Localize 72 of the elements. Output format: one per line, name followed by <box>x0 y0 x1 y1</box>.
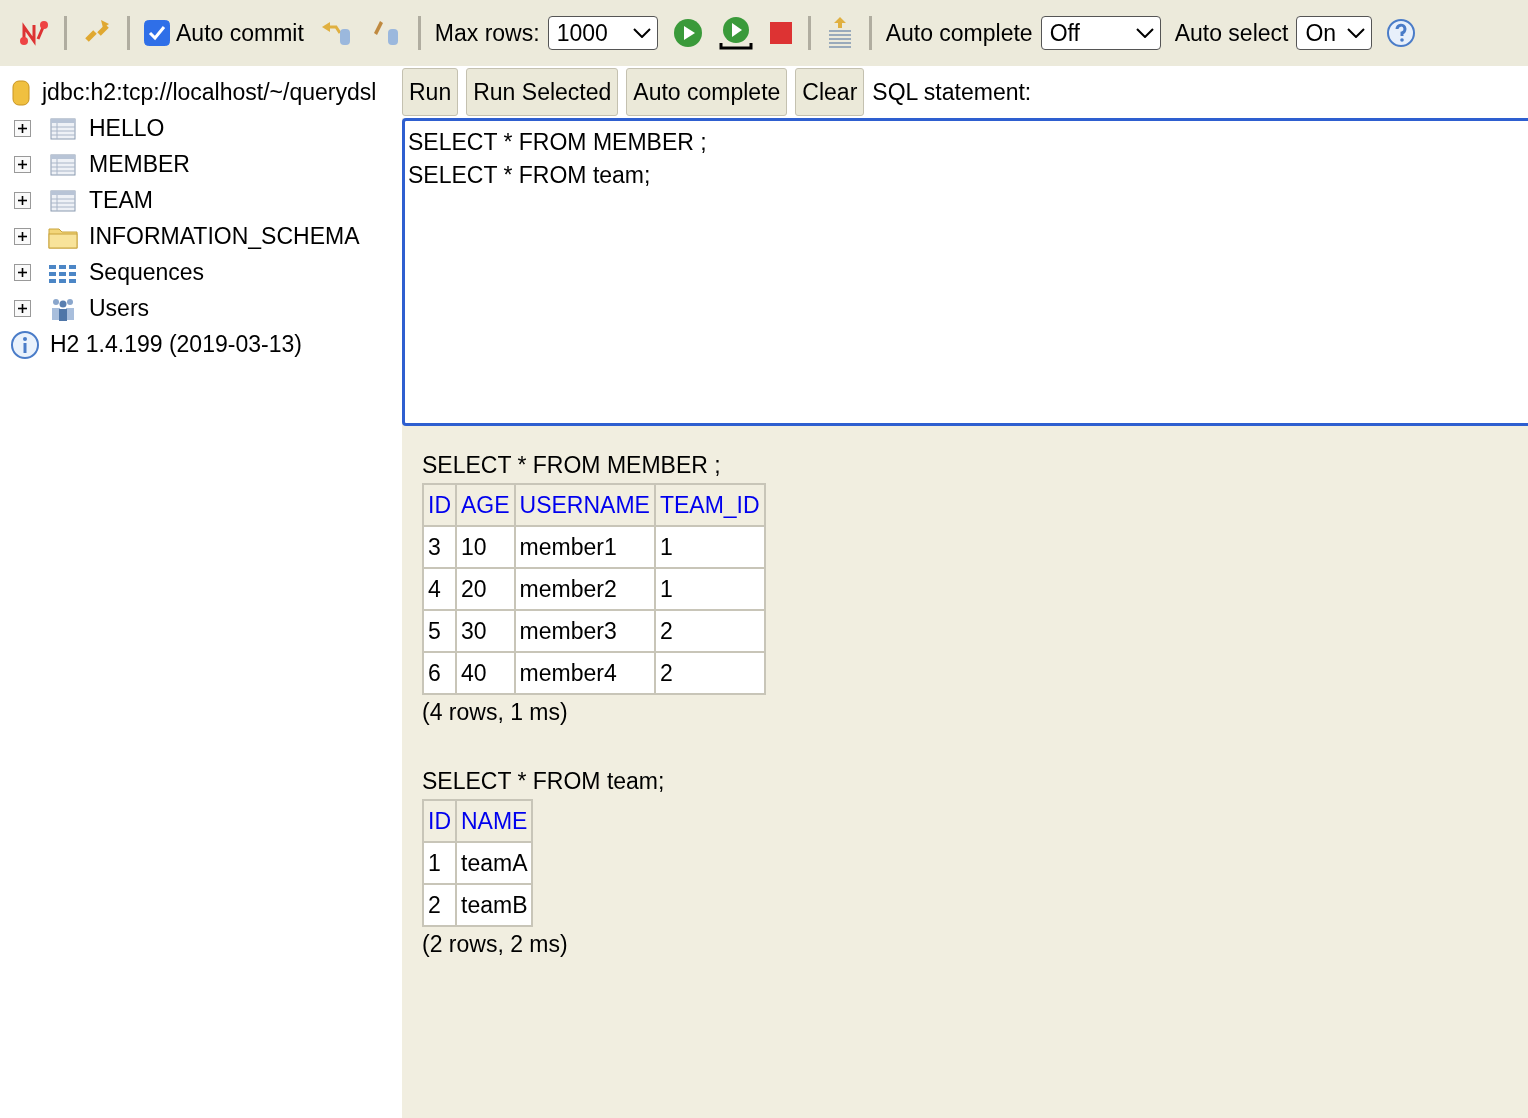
expand-toggle[interactable] <box>14 120 31 137</box>
table-cell: 2 <box>654 610 765 652</box>
table-cell: 40 <box>456 652 515 694</box>
sql-statement-label: SQL statement: <box>872 78 1032 106</box>
table-cell: 1 <box>654 526 765 568</box>
table-cell: 1 <box>423 842 456 884</box>
result-summary: (2 rows, 2 ms) <box>422 931 568 958</box>
sequence-icon <box>48 262 78 283</box>
stop-icon[interactable] <box>767 20 794 46</box>
auto-select-select[interactable]: On <box>1296 16 1373 50</box>
result-query: SELECT * FROM MEMBER ; <box>422 452 721 479</box>
expand-toggle[interactable] <box>14 264 31 281</box>
result-summary: (4 rows, 1 ms) <box>422 699 568 726</box>
expand-toggle[interactable] <box>14 300 31 317</box>
tree-item[interactable]: INFORMATION_SCHEMA <box>89 223 360 250</box>
max-rows-label: Max rows: <box>434 19 540 47</box>
tree-item[interactable]: Sequences <box>89 259 205 286</box>
table-cell: 30 <box>456 610 515 652</box>
sql-editor[interactable]: SELECT * FROM MEMBER ; SELECT * FROM team; <box>402 118 1528 426</box>
toolbar-button[interactable]: Auto complete <box>626 68 788 116</box>
column-header[interactable]: ID <box>423 484 456 526</box>
chevron-icon <box>1135 28 1154 38</box>
tree-item[interactable]: TEAM <box>89 187 153 214</box>
table-cell: 6 <box>423 652 456 694</box>
table-cell: 1 <box>654 568 765 610</box>
info-icon <box>10 329 40 360</box>
table-cell: teamB <box>456 884 533 926</box>
connection-url: jdbc:h2:tcp://localhost/~/querydsl <box>42 79 377 106</box>
result-query: SELECT * FROM team; <box>422 768 665 795</box>
tree-item[interactable]: Users <box>89 295 150 322</box>
database-icon <box>10 78 32 107</box>
play-selected-icon[interactable] <box>717 15 754 51</box>
expand-toggle[interactable] <box>14 156 31 173</box>
version-text: H2 1.4.199 (2019-03-13) <box>50 331 302 358</box>
table-icon <box>50 153 76 176</box>
auto-complete-label: Auto complete <box>885 19 1033 47</box>
table-icon <box>50 189 76 212</box>
play-icon[interactable] <box>671 17 704 49</box>
table-cell: member4 <box>514 652 655 694</box>
column-header[interactable]: AGE <box>456 484 515 526</box>
table-icon <box>50 117 76 140</box>
column-header[interactable]: USERNAME <box>514 484 655 526</box>
toolbar-button[interactable]: Run <box>402 68 459 116</box>
column-header[interactable]: NAME <box>456 800 533 842</box>
column-header[interactable]: TEAM_ID <box>654 484 765 526</box>
table-cell: 5 <box>423 610 456 652</box>
table-cell: member2 <box>514 568 655 610</box>
help-icon[interactable] <box>1386 18 1417 48</box>
table-cell: member3 <box>514 610 655 652</box>
auto-complete-select[interactable]: Off <box>1040 16 1161 50</box>
max-rows-select[interactable]: 1000 <box>547 16 658 50</box>
table-cell: 3 <box>423 526 456 568</box>
table-cell: 4 <box>423 568 456 610</box>
table-cell: teamA <box>456 842 533 884</box>
tree-item[interactable]: HELLO <box>89 115 165 142</box>
chevron-icon <box>1347 28 1366 38</box>
expand-toggle[interactable] <box>14 192 31 209</box>
table-cell: member1 <box>514 526 655 568</box>
disconnect-icon[interactable] <box>18 19 50 47</box>
toolbar-button[interactable]: Run Selected <box>466 68 619 116</box>
expand-toggle[interactable] <box>14 228 31 245</box>
auto-select-label: Auto select <box>1174 19 1289 47</box>
auto-commit-checkbox[interactable] <box>144 20 170 46</box>
table-cell: 2 <box>654 652 765 694</box>
chevron-icon <box>632 28 651 38</box>
tree-item[interactable]: MEMBER <box>89 151 190 178</box>
column-header[interactable]: ID <box>423 800 456 842</box>
table-cell: 10 <box>456 526 515 568</box>
toolbar-button[interactable]: Clear <box>795 68 865 116</box>
table-cell: 20 <box>456 568 515 610</box>
table-cell: 2 <box>423 884 456 926</box>
auto-commit-label: Auto commit <box>176 19 304 47</box>
